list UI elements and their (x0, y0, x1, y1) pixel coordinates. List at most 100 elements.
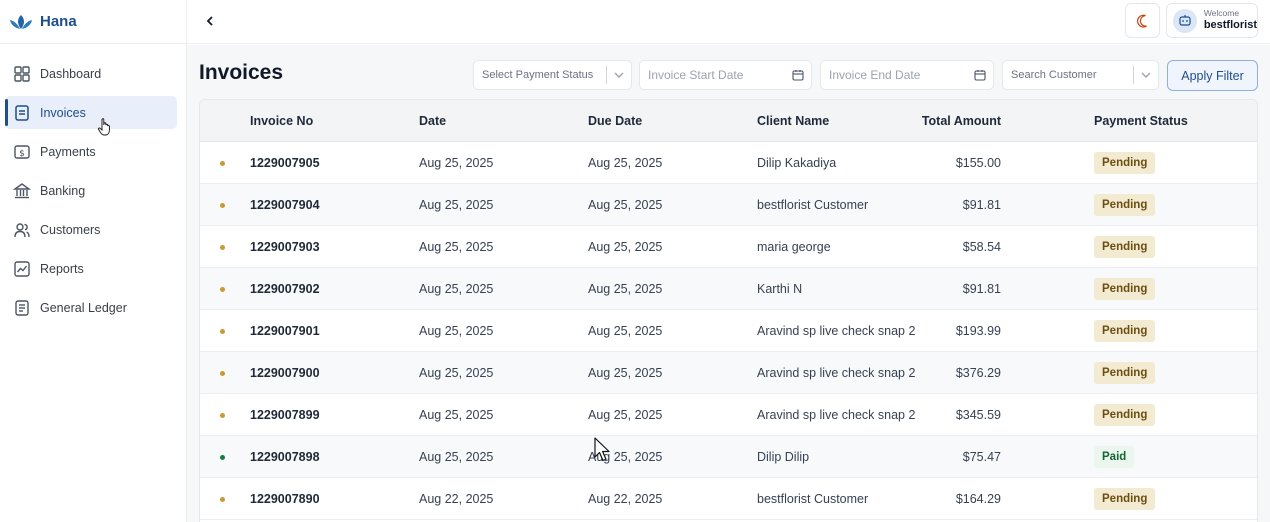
table-row[interactable]: 1229007901 Aug 25, 2025 Aug 25, 2025 Aravin… (200, 310, 1257, 352)
total-amount: $91.81 (962, 282, 1001, 296)
sidebar-item-banking[interactable]: Banking (5, 174, 177, 207)
bank-icon (12, 181, 32, 201)
column-header-invoice-no[interactable]: Invoice No (250, 100, 313, 142)
brand[interactable]: Hana (0, 0, 186, 44)
column-header-payment-status[interactable]: Payment Status (1094, 100, 1188, 142)
sidebar-item-label: Banking (40, 183, 86, 198)
invoice-number[interactable]: 1229007902 (250, 268, 320, 310)
sidebar-item-dashboard[interactable]: Dashboard (5, 57, 177, 90)
due-date: Aug 25, 2025 (588, 408, 663, 422)
client-name: Dilip Dilip (757, 450, 810, 464)
apply-filter-button[interactable]: Apply Filter (1167, 60, 1258, 91)
invoice-number[interactable]: 1229007900 (250, 352, 320, 394)
table-row[interactable]: 1229007902 Aug 25, 2025 Aug 25, 2025 Karthi… (200, 268, 1257, 310)
column-header-client-name[interactable]: Client Name (757, 100, 829, 142)
client-name: bestflorist Customer (757, 198, 869, 212)
invoice-number[interactable]: 1229007903 (250, 226, 320, 268)
sidebar: Hana Dashboard Invoices $ Payments Banki… (0, 0, 187, 522)
status-badge: Pending (1094, 488, 1156, 510)
invoice-date: Aug 25, 2025 (419, 156, 494, 170)
invoice-number[interactable]: 1229007898 (250, 436, 320, 478)
dashboard-grid-icon (12, 64, 32, 84)
user-menu[interactable]: Welcome bestflorist (1166, 3, 1258, 38)
invoice-start-date-input[interactable]: Invoice Start Date (639, 60, 812, 90)
invoice-end-date-input[interactable]: Invoice End Date (820, 60, 994, 90)
lotus-logo-icon (8, 12, 34, 32)
table-row[interactable]: 1229007899 Aug 25, 2025 Aug 25, 2025 Aravin… (200, 394, 1257, 436)
sidebar-item-label: Reports (40, 261, 84, 276)
collapse-sidebar-button[interactable] (203, 12, 217, 30)
total-amount: $75.47 (962, 450, 1001, 464)
column-header-due-date[interactable]: Due Date (588, 100, 642, 142)
invoice-date: Aug 25, 2025 (419, 282, 494, 296)
invoice-number[interactable]: 1229007890 (250, 478, 320, 520)
moon-icon (1136, 14, 1147, 28)
due-date: Aug 25, 2025 (588, 198, 663, 212)
chevron-left-icon (206, 16, 213, 26)
invoice-date: Aug 22, 2025 (419, 492, 494, 506)
start-date-placeholder: Invoice Start Date (648, 68, 744, 82)
status-badge: Pending (1094, 152, 1156, 174)
column-header-date[interactable]: Date (419, 100, 446, 142)
table-row[interactable]: 1229007900 Aug 25, 2025 Aug 25, 2025 Aravin… (200, 352, 1257, 394)
due-date: Aug 25, 2025 (588, 366, 663, 380)
status-dot (220, 203, 225, 208)
sidebar-item-label: General Ledger (40, 300, 127, 315)
table-body: 1229007905 Aug 25, 2025 Aug 25, 2025 Dilip … (200, 142, 1257, 520)
chevron-down-icon[interactable] (607, 72, 631, 78)
status-badge: Pending (1094, 404, 1156, 426)
avatar (1173, 8, 1197, 33)
chevron-down-icon[interactable] (1134, 72, 1158, 78)
calendar-icon[interactable] (785, 69, 811, 81)
sidebar-item-general-ledger[interactable]: General Ledger (5, 291, 177, 324)
invoice-date: Aug 25, 2025 (419, 450, 494, 464)
client-name: Aravind sp live check snap 2 (757, 324, 916, 338)
username: bestflorist (1203, 19, 1257, 32)
status-badge: Pending (1094, 194, 1156, 216)
payment-status-select[interactable]: Select Payment Status (473, 60, 632, 90)
table-header: Invoice No Date Due Date Client Name Tot… (200, 100, 1257, 142)
page-title: Invoices (199, 61, 284, 84)
theme-toggle-button[interactable] (1125, 3, 1160, 38)
table-row[interactable]: 1229007905 Aug 25, 2025 Aug 25, 2025 Dilip … (200, 142, 1257, 184)
sidebar-item-label: Dashboard (40, 66, 102, 81)
invoice-number[interactable]: 1229007901 (250, 310, 320, 352)
status-dot (220, 287, 225, 292)
ledger-icon (12, 298, 32, 318)
invoice-date: Aug 25, 2025 (419, 324, 494, 338)
calendar-icon[interactable] (967, 69, 993, 81)
client-name: Karthi N (757, 282, 803, 296)
sidebar-item-reports[interactable]: Reports (5, 252, 177, 285)
total-amount: $58.54 (962, 240, 1001, 254)
sidebar-item-invoices[interactable]: Invoices (5, 96, 177, 129)
table-row[interactable]: 1229007890 Aug 22, 2025 Aug 22, 2025 bestfl… (200, 478, 1257, 520)
client-name: Aravind sp live check snap 2 (757, 408, 916, 422)
client-name: Aravind sp live check snap 2 (757, 366, 916, 380)
status-badge: Pending (1094, 320, 1156, 342)
invoice-date: Aug 25, 2025 (419, 366, 494, 380)
column-header-total-amount[interactable]: Total Amount (900, 100, 1001, 142)
sidebar-item-payments[interactable]: $ Payments (5, 135, 177, 168)
total-amount: $376.29 (955, 366, 1001, 380)
due-date: Aug 22, 2025 (588, 492, 663, 506)
sidebar-nav: Dashboard Invoices $ Payments Banking Cu… (0, 44, 186, 324)
sidebar-item-customers[interactable]: Customers (5, 213, 177, 246)
robot-avatar-icon (1179, 14, 1191, 26)
table-row[interactable]: 1229007903 Aug 25, 2025 Aug 25, 2025 maria … (200, 226, 1257, 268)
status-dot (220, 161, 225, 166)
dollar-icon: $ (12, 142, 32, 162)
mouse-cursor-icon (594, 437, 612, 463)
table-row[interactable]: 1229007904 Aug 25, 2025 Aug 25, 2025 bestfl… (200, 184, 1257, 226)
client-name: bestflorist Customer (757, 492, 869, 506)
total-amount: $91.81 (962, 198, 1001, 212)
hand-cursor-icon (97, 117, 113, 137)
invoice-number[interactable]: 1229007905 (250, 142, 320, 184)
status-badge: Paid (1094, 446, 1135, 468)
search-customer-select[interactable]: Search Customer (1002, 60, 1159, 90)
status-badge: Pending (1094, 278, 1156, 300)
invoice-number[interactable]: 1229007904 (250, 184, 320, 226)
table-row[interactable]: 1229007898 Aug 25, 2025 Aug 25, 2025 Dilip … (200, 436, 1257, 478)
status-dot (220, 497, 225, 502)
invoice-number[interactable]: 1229007899 (250, 394, 320, 436)
chart-line-icon (12, 259, 32, 279)
